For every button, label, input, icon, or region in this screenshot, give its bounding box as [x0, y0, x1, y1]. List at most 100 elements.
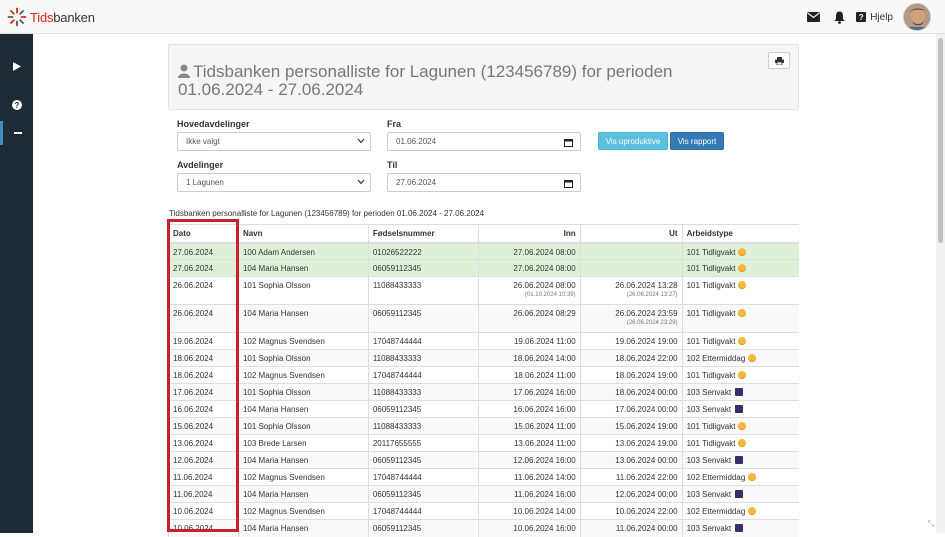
bell-icon[interactable]: [826, 3, 852, 31]
main-department-select[interactable]: Ikke valgt: [177, 132, 371, 151]
column-header-out[interactable]: Ut: [580, 225, 682, 243]
cell-name: 101 Sophia Olsson: [238, 418, 368, 435]
play-icon: [13, 62, 21, 71]
cell-in-value: 15.06.2024 11:00: [514, 422, 576, 431]
cell-worktype-value: 101 Tidligvakt: [687, 309, 736, 318]
cell-ssn: 11088433333: [368, 384, 478, 401]
table-row: 11.06.2024102 Magnus Svendsen17048744444…: [169, 469, 800, 486]
resize-corner-icon: ⤡: [928, 519, 934, 529]
moon-icon: [735, 405, 743, 413]
user-icon: [178, 64, 190, 78]
cell-in: 11.06.2024 14:00: [478, 469, 580, 486]
cell-ssn: 11088433333: [368, 277, 478, 305]
cell-out-value: 11.06.2024 00:00: [616, 524, 678, 533]
help-icon: ?: [856, 12, 866, 22]
cell-worktype-value: 102 Ettermiddag: [687, 507, 746, 516]
sidebar-collapse-button[interactable]: [0, 121, 33, 145]
table-row: 11.06.2024104 Maria Hansen0605911234511.…: [169, 486, 800, 503]
cell-in-value: 18.06.2024 11:00: [514, 371, 576, 380]
cell-out-value: 12.06.2024 00:00: [615, 490, 677, 499]
department-select[interactable]: 1 Lagunen: [177, 173, 371, 192]
table-row: 27.06.2024104 Maria Hansen0605911234527.…: [169, 260, 800, 277]
cell-in: 18.06.2024 14:00: [478, 350, 580, 367]
cell-name: 100 Adam Andersen: [238, 243, 368, 260]
cell-ssn: 06059112345: [368, 486, 478, 503]
page-scrollbar[interactable]: [936, 34, 945, 533]
print-button[interactable]: [768, 52, 790, 69]
moon-icon: [735, 490, 743, 498]
to-date-input[interactable]: 27.06.2024: [387, 173, 581, 192]
to-date-label: Til: [387, 160, 397, 170]
sidebar-expand-button[interactable]: [0, 54, 33, 78]
table-row: 10.06.2024104 Maria Hansen0605911234510.…: [169, 520, 800, 537]
cell-out-value: 13.06.2024 19:00: [615, 439, 677, 448]
cell-out-value: 26.06.2024 13:28: [615, 281, 677, 290]
cell-in-value: 26.06.2024 08:00: [513, 281, 575, 290]
cell-ssn: 20117655555: [368, 435, 478, 452]
cell-in-value: 27.06.2024 08:00: [513, 264, 575, 273]
cell-worktype: 102 Ettermiddag: [682, 350, 799, 367]
column-header-worktype[interactable]: Arbeidstype: [682, 225, 799, 243]
sidebar-help-button[interactable]: ?: [0, 93, 33, 117]
column-header-ssn[interactable]: Fødselsnummer: [368, 225, 478, 243]
cell-ssn: 11088433333: [368, 418, 478, 435]
cell-in: 10.06.2024 16:00: [478, 520, 580, 537]
show-unproductive-button[interactable]: Vis uproduktive: [598, 132, 668, 150]
column-header-name[interactable]: Navn: [238, 225, 368, 243]
cell-ssn: 06059112345: [368, 520, 478, 537]
calendar-icon[interactable]: [564, 179, 573, 188]
cell-in-value: 10.06.2024 16:00: [513, 524, 575, 533]
cell-ssn: 06059112345: [368, 305, 478, 333]
calendar-icon[interactable]: [564, 138, 573, 147]
cell-out: 26.06.2024 13:28(26.06.2024 13:27): [580, 277, 682, 305]
cell-out-value: 19.06.2024 19:00: [615, 337, 677, 346]
show-report-button[interactable]: Vis rapport: [670, 132, 724, 150]
help-label: Hjelp: [870, 12, 893, 23]
table-header-row: Dato Navn Fødselsnummer Inn Ut Arbeidsty…: [169, 225, 800, 243]
cell-in-value: 27.06.2024 08:00: [513, 248, 575, 257]
cell-in-value: 11.06.2024 16:00: [514, 490, 576, 499]
sun-icon: [738, 248, 746, 256]
cell-worktype-value: 103 Senvakt: [687, 490, 731, 499]
personnel-table: Dato Navn Fødselsnummer Inn Ut Arbeidsty…: [168, 224, 799, 537]
tidsbanken-logo[interactable]: Tidsbanken: [7, 7, 95, 27]
cell-ssn: 17048744444: [368, 367, 478, 384]
cell-in: 27.06.2024 08:00: [478, 243, 580, 260]
scrollbar-thumb[interactable]: [938, 38, 943, 243]
cell-in: 13.06.2024 11:00: [478, 435, 580, 452]
cell-name: 101 Sophia Olsson: [238, 384, 368, 401]
table-row: 15.06.2024101 Sophia Olsson1108843333315…: [169, 418, 800, 435]
cell-name: 104 Maria Hansen: [238, 305, 368, 333]
envelope-icon[interactable]: [800, 3, 826, 31]
table-row: 19.06.2024102 Magnus Svendsen17048744444…: [169, 333, 800, 350]
department-label: Avdelinger: [177, 160, 223, 170]
user-avatar[interactable]: [903, 3, 931, 31]
cell-worktype: 101 Tidligvakt: [682, 333, 799, 350]
cell-in: 15.06.2024 11:00: [478, 418, 580, 435]
sun-icon: [748, 354, 756, 362]
table-row: 27.06.2024100 Adam Andersen0102652222227…: [169, 243, 800, 260]
cell-in-value: 13.06.2024 11:00: [514, 439, 576, 448]
from-date-input[interactable]: 01.06.2024: [387, 132, 581, 151]
cell-out-value: 18.06.2024 00:00: [615, 388, 677, 397]
cell-out-value: 11.06.2024 22:00: [616, 473, 678, 482]
cell-out: [580, 260, 682, 277]
main-department-label: Hovedavdelinger: [177, 119, 250, 129]
cell-out-value: 10.06.2024 22:00: [615, 507, 677, 516]
cell-worktype: 102 Ettermiddag: [682, 503, 799, 520]
cell-in-value: 12.06.2024 16:00: [513, 456, 575, 465]
cell-out: [580, 243, 682, 260]
column-header-in[interactable]: Inn: [478, 225, 580, 243]
cell-in: 16.06.2024 16:00: [478, 401, 580, 418]
cell-out-value: 18.06.2024 19:00: [615, 371, 677, 380]
help-button[interactable]: ? Hjelp: [856, 12, 893, 23]
cell-worktype-value: 101 Tidligvakt: [687, 439, 736, 448]
cell-ssn: 11088433333: [368, 350, 478, 367]
cell-name: 104 Maria Hansen: [238, 401, 368, 418]
cell-in-value: 10.06.2024 14:00: [513, 507, 575, 516]
cell-worktype-value: 103 Senvakt: [687, 456, 731, 465]
cell-worktype-value: 102 Ettermiddag: [687, 354, 746, 363]
sun-icon: [738, 281, 746, 289]
cell-in-value: 11.06.2024 14:00: [514, 473, 576, 482]
cell-name: 101 Sophia Olsson: [238, 350, 368, 367]
